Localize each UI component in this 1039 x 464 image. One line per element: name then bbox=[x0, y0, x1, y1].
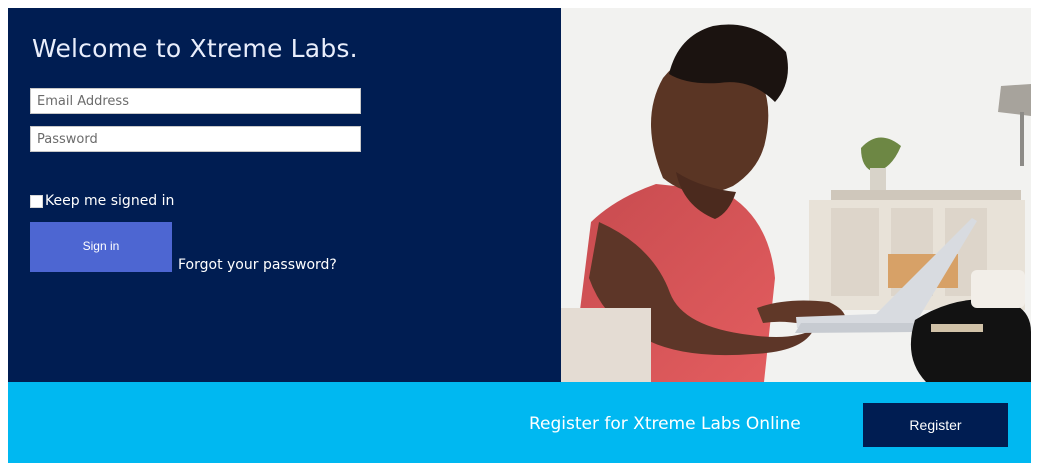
remember-me[interactable]: Keep me signed in bbox=[30, 193, 174, 209]
password-input[interactable] bbox=[30, 126, 361, 152]
forgot-password-link[interactable]: Forgot your password? bbox=[178, 257, 337, 273]
checkbox-icon[interactable] bbox=[30, 194, 43, 208]
hero-image bbox=[561, 8, 1031, 382]
sign-in-button[interactable]: Sign in bbox=[30, 222, 172, 272]
person-laptop-illustration bbox=[561, 8, 1031, 382]
login-panel: Welcome to Xtreme Labs. Keep me signed i… bbox=[8, 8, 561, 382]
page-title: Welcome to Xtreme Labs. bbox=[32, 34, 358, 63]
register-button[interactable]: Register bbox=[863, 403, 1008, 447]
remember-label: Keep me signed in bbox=[45, 193, 175, 209]
email-input[interactable] bbox=[30, 88, 361, 114]
register-promo-text: Register for Xtreme Labs Online bbox=[529, 414, 801, 434]
